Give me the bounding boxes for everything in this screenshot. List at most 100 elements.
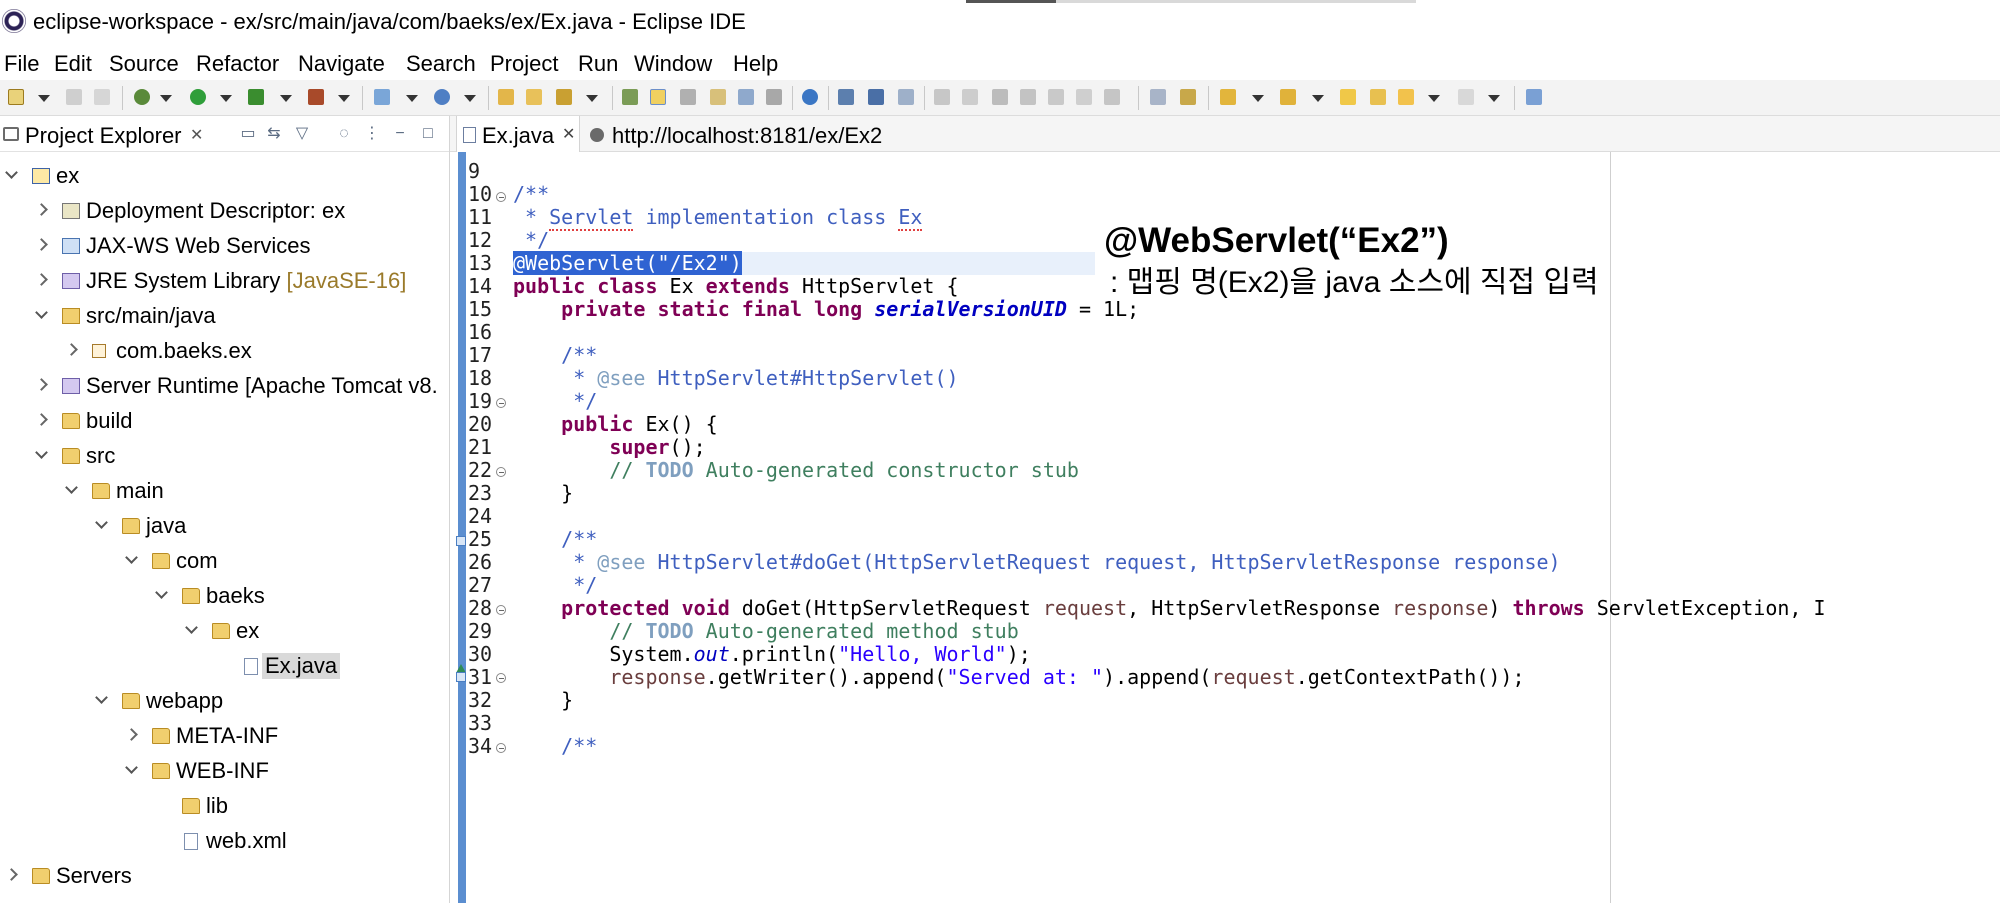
code-line-11[interactable]: * Servlet implementation class Ex bbox=[513, 205, 923, 231]
step-return-icon[interactable] bbox=[1104, 89, 1120, 105]
collapse-chevron-icon[interactable] bbox=[154, 588, 168, 602]
code-line-19[interactable]: */ bbox=[513, 390, 597, 413]
fold-toggle-icon[interactable] bbox=[496, 467, 506, 477]
code-line-13[interactable]: @WebServlet("/Ex2") bbox=[513, 251, 1095, 275]
run-dropdown-icon[interactable] bbox=[220, 95, 232, 102]
new-java-class-dropdown-icon[interactable] bbox=[464, 95, 476, 102]
collapse-chevron-icon[interactable] bbox=[64, 483, 78, 497]
menu-run[interactable]: Run bbox=[578, 51, 618, 77]
menu-file[interactable]: File bbox=[4, 51, 39, 77]
toggle-breadcrumb-icon[interactable] bbox=[622, 89, 638, 105]
debug-icon[interactable] bbox=[134, 89, 150, 105]
code-line-18[interactable]: * @see HttpServlet#HttpServlet() bbox=[513, 367, 958, 390]
menu-navigate[interactable]: Navigate bbox=[298, 51, 385, 77]
console-icon[interactable] bbox=[868, 89, 884, 105]
back-icon[interactable] bbox=[1370, 89, 1386, 105]
last-edit-location-icon[interactable] bbox=[1340, 89, 1356, 105]
expand-chevron-icon[interactable] bbox=[34, 238, 48, 252]
fold-toggle-icon[interactable] bbox=[496, 743, 506, 753]
menu-help[interactable]: Help bbox=[733, 51, 778, 77]
menu-window[interactable]: Window bbox=[634, 51, 712, 77]
external-tools-dropdown-icon[interactable] bbox=[338, 95, 350, 102]
view-menu-icon[interactable]: ⋮ bbox=[364, 126, 380, 142]
suspend-icon[interactable] bbox=[962, 89, 978, 105]
code-line-17[interactable]: /** bbox=[513, 344, 597, 367]
coverage-dropdown-icon[interactable] bbox=[280, 95, 292, 102]
open-resource-icon[interactable] bbox=[526, 89, 542, 105]
collapse-chevron-icon[interactable] bbox=[124, 553, 138, 567]
pilcrow-icon[interactable] bbox=[766, 89, 782, 105]
collapse-chevron-icon[interactable] bbox=[34, 308, 48, 322]
expand-chevron-icon[interactable] bbox=[34, 273, 48, 287]
code-line-21[interactable]: super(); bbox=[513, 436, 705, 459]
word-wrap-icon[interactable] bbox=[710, 89, 726, 105]
fold-toggle-icon[interactable] bbox=[496, 605, 506, 615]
open-perspective-icon[interactable] bbox=[838, 89, 854, 105]
globe-icon[interactable] bbox=[802, 89, 818, 105]
new-icon[interactable] bbox=[8, 89, 24, 105]
code-line-30[interactable]: System.out.println("Hello, World"); bbox=[513, 643, 1030, 666]
close-icon[interactable]: ✕ bbox=[562, 124, 575, 144]
menu-search[interactable]: Search bbox=[406, 51, 476, 77]
step-over-icon[interactable] bbox=[1076, 89, 1092, 105]
collapse-chevron-icon[interactable] bbox=[124, 763, 138, 777]
project-explorer-tab[interactable]: Project Explorer bbox=[25, 123, 182, 149]
collapse-all-icon[interactable]: ▭ bbox=[240, 126, 256, 142]
new-server-icon[interactable] bbox=[374, 89, 390, 105]
code-line-20[interactable]: public Ex() { bbox=[513, 413, 718, 436]
save-icon[interactable] bbox=[66, 89, 82, 105]
code-line-14[interactable]: public class Ex extends HttpServlet { bbox=[513, 275, 959, 298]
code-line-23[interactable]: } bbox=[513, 482, 573, 505]
save-all-icon[interactable] bbox=[94, 89, 110, 105]
code-line-26[interactable]: * @see HttpServlet#doGet(HttpServletRequ… bbox=[513, 551, 1560, 574]
coverage-icon[interactable] bbox=[248, 89, 264, 105]
expand-chevron-icon[interactable] bbox=[64, 343, 78, 357]
menu-project[interactable]: Project bbox=[490, 51, 558, 77]
forward-arrow-icon[interactable] bbox=[1458, 89, 1474, 105]
collapse-chevron-icon[interactable] bbox=[34, 448, 48, 462]
fold-toggle-icon[interactable] bbox=[496, 673, 506, 683]
expand-chevron-icon[interactable] bbox=[34, 413, 48, 427]
next-annotation-icon[interactable] bbox=[1220, 89, 1236, 105]
collapse-chevron-icon[interactable] bbox=[184, 623, 198, 637]
collapse-chevron-icon[interactable] bbox=[94, 693, 108, 707]
filter-icon[interactable]: ▽ bbox=[294, 126, 310, 142]
show-whitespace-icon[interactable] bbox=[738, 89, 754, 105]
step-into-icon[interactable] bbox=[1048, 89, 1064, 105]
editor-tab-ex-java[interactable]: Ex.java ✕ bbox=[456, 116, 580, 152]
collapse-chevron-icon[interactable] bbox=[94, 518, 108, 532]
collapse-chevron-icon[interactable] bbox=[4, 168, 18, 182]
expand-chevron-icon[interactable] bbox=[4, 868, 18, 882]
next-annotation-dropdown-icon[interactable] bbox=[1252, 95, 1264, 102]
code-line-34[interactable]: /** bbox=[513, 735, 597, 758]
debug-dropdown-icon[interactable] bbox=[160, 95, 172, 102]
focus-icon[interactable]: ◌ bbox=[336, 126, 352, 142]
menu-refactor[interactable]: Refactor bbox=[196, 51, 279, 77]
code-line-27[interactable]: */ bbox=[513, 574, 597, 597]
expand-chevron-icon[interactable] bbox=[124, 728, 138, 742]
code-line-31[interactable]: response.getWriter().append("Served at: … bbox=[513, 666, 1524, 689]
minimize-icon[interactable]: − bbox=[392, 126, 408, 142]
maximize-icon[interactable]: □ bbox=[420, 126, 436, 142]
drop-to-frame-icon[interactable] bbox=[1150, 89, 1166, 105]
search-icon[interactable] bbox=[556, 89, 572, 105]
find-icon[interactable] bbox=[898, 89, 914, 105]
forward-dropdown-icon[interactable] bbox=[1488, 95, 1500, 102]
menu-edit[interactable]: Edit bbox=[54, 51, 92, 77]
search-dropdown-icon[interactable] bbox=[586, 95, 598, 102]
task-marker-icon[interactable] bbox=[456, 672, 466, 682]
fold-toggle-icon[interactable] bbox=[496, 398, 506, 408]
expand-chevron-icon[interactable] bbox=[34, 378, 48, 392]
task-marker-icon[interactable] bbox=[456, 536, 466, 546]
resume-icon[interactable] bbox=[934, 89, 950, 105]
open-type-icon[interactable] bbox=[498, 89, 514, 105]
fold-toggle-icon[interactable] bbox=[496, 192, 506, 202]
code-line-15[interactable]: private static final long serialVersionU… bbox=[513, 298, 1139, 321]
link-with-editor-icon[interactable]: ⇆ bbox=[266, 126, 282, 142]
block-selection-icon[interactable] bbox=[680, 89, 696, 105]
code-line-29[interactable]: // TODO Auto-generated method stub bbox=[513, 620, 1018, 643]
code-line-22[interactable]: // TODO Auto-generated constructor stub bbox=[513, 459, 1079, 482]
back-dropdown-icon[interactable] bbox=[1428, 95, 1440, 102]
menu-source[interactable]: Source bbox=[109, 51, 179, 77]
back-arrow-icon[interactable] bbox=[1398, 89, 1414, 105]
